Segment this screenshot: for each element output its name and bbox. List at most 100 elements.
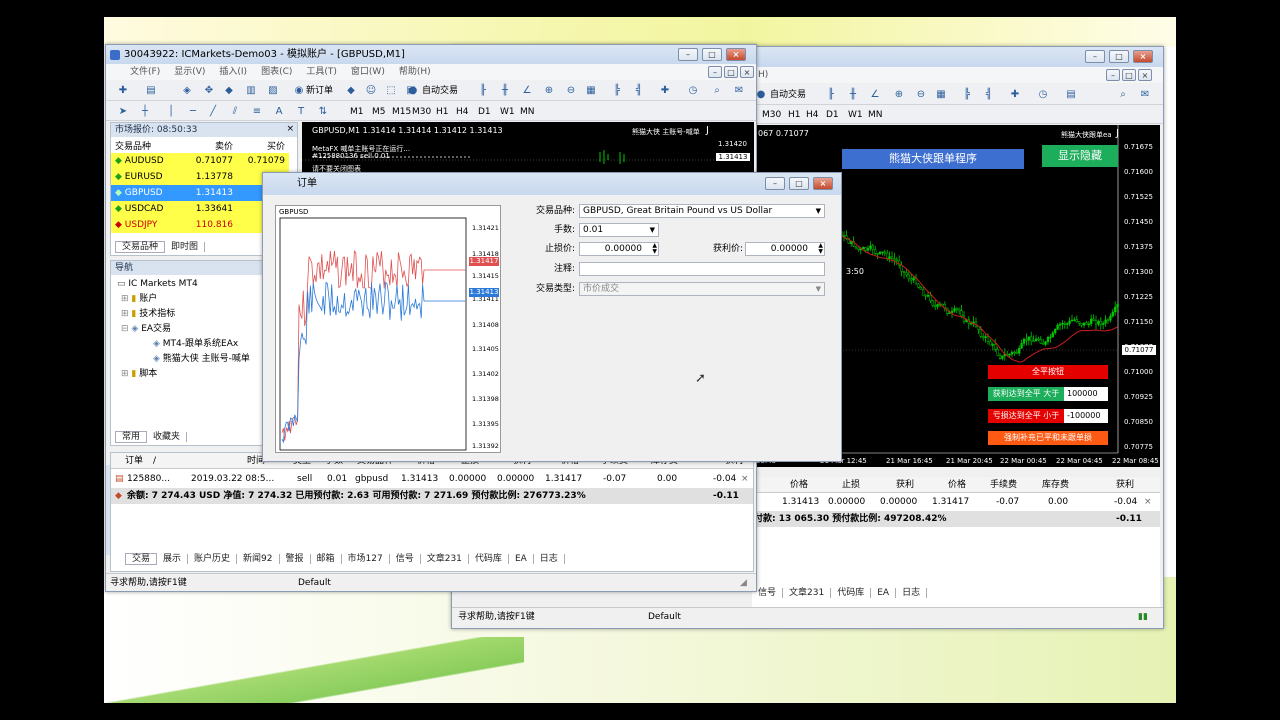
- symbol-select[interactable]: GBPUSD, Great Britain Pound vs US Dollar…: [579, 204, 825, 218]
- tab-exposure[interactable]: 展示: [157, 554, 189, 564]
- vline-icon[interactable]: │: [164, 105, 178, 119]
- tester-icon[interactable]: ▨: [266, 84, 280, 98]
- close-all-button[interactable]: 全平按钮: [988, 365, 1108, 379]
- mw-tab-symbols[interactable]: 交易品种: [115, 241, 166, 253]
- front-autotrade-button[interactable]: 自动交易: [422, 84, 458, 98]
- arrows-icon[interactable]: ⇅: [316, 105, 330, 119]
- crosshair-icon[interactable]: ┼: [138, 105, 152, 119]
- tf-h1[interactable]: H1: [436, 105, 449, 119]
- front-bar-chart-icon[interactable]: ╟: [476, 84, 490, 98]
- back-tab-articles[interactable]: 文章231: [783, 588, 832, 598]
- front-minimize-button[interactable]: –: [678, 48, 698, 61]
- col-order[interactable]: 订单: [125, 453, 143, 469]
- templates-icon[interactable]: ▤: [1064, 88, 1078, 102]
- back-tf-w1[interactable]: W1: [848, 108, 863, 122]
- front-search-icon[interactable]: ⌕: [710, 84, 724, 98]
- trade-close-icon[interactable]: ×: [741, 471, 749, 487]
- takeprofit-input[interactable]: 0.00000 ▲ ▼: [745, 242, 825, 256]
- back-col-sl[interactable]: 止损: [842, 477, 860, 493]
- front-close-button[interactable]: ×: [726, 48, 746, 61]
- scroll-icon[interactable]: ╠: [960, 88, 974, 102]
- experts-icon[interactable]: ☺: [364, 84, 378, 98]
- tab-news[interactable]: 新闻92: [237, 554, 280, 564]
- shift-icon[interactable]: ╣: [982, 88, 996, 102]
- trade-row[interactable]: ▤ 125880... 2019.03.22 08:5... sell 0.01…: [111, 471, 753, 487]
- mw-row-audusd[interactable]: ◆ AUDUSD 0.71077 0.71079: [111, 153, 289, 169]
- tab-mailbox[interactable]: 邮箱: [310, 554, 342, 564]
- tf-m5[interactable]: M5: [372, 105, 386, 119]
- menu-view[interactable]: 显示(V): [174, 67, 205, 77]
- back-mdi-max[interactable]: □: [1122, 69, 1136, 81]
- nav-ea-panda[interactable]: ◈ 熊猫大侠 主账号-喊单: [153, 352, 250, 366]
- profiles-icon[interactable]: ▤: [144, 84, 158, 98]
- front-maximize-button[interactable]: □: [702, 48, 722, 61]
- nav-ea-mt4-copy[interactable]: ◈ MT4-跟单系统EAx: [153, 337, 238, 351]
- back-tab-codebase[interactable]: 代码库: [831, 588, 872, 598]
- tab-alerts[interactable]: 警报: [279, 554, 311, 564]
- front-periods-icon[interactable]: ◷: [686, 84, 700, 98]
- mw-col-bid[interactable]: 卖价: [181, 137, 237, 153]
- back-col-price[interactable]: 价格: [790, 477, 808, 493]
- nav-root[interactable]: ▭ IC Markets MT4: [117, 277, 198, 291]
- menu-help[interactable]: 帮助(H): [399, 67, 431, 77]
- tf-h4[interactable]: H4: [456, 105, 469, 119]
- ea-follow-button[interactable]: 熊猫大侠跟单程序: [842, 149, 1024, 169]
- new-chart-icon[interactable]: ✚: [116, 84, 130, 98]
- front-mdi-close[interactable]: ×: [740, 66, 754, 78]
- tf-m30[interactable]: M30: [412, 105, 431, 119]
- mw-tab-tickchart[interactable]: 即时图: [165, 242, 206, 252]
- zoom-out-icon[interactable]: ⊖: [914, 88, 928, 102]
- metaeditor-icon[interactable]: ◆: [344, 84, 358, 98]
- front-mdi-max[interactable]: □: [724, 66, 738, 78]
- mw-col-ask[interactable]: 买价: [237, 137, 289, 153]
- terminal-icon[interactable]: ▥: [244, 84, 258, 98]
- back-trade-row[interactable]: 1.31413 0.00000 0.00000 1.31417 -0.07 0.…: [752, 494, 1160, 510]
- order-minimize-button[interactable]: –: [765, 177, 785, 190]
- front-line-icon[interactable]: ∠: [520, 84, 534, 98]
- tab-journal[interactable]: 日志: [533, 554, 565, 564]
- tab-trade[interactable]: 交易: [125, 553, 158, 565]
- back-tf-mn[interactable]: MN: [868, 108, 883, 122]
- tile-icon[interactable]: ▦: [934, 88, 948, 102]
- indicators-icon[interactable]: ✚: [1008, 88, 1022, 102]
- back-tf-h1[interactable]: H1: [788, 108, 801, 122]
- back-maximize-button[interactable]: □: [1109, 50, 1129, 63]
- order-maximize-button[interactable]: □: [789, 177, 809, 190]
- cursor-icon[interactable]: ➤: [116, 105, 130, 119]
- menu-tools[interactable]: 工具(T): [306, 67, 337, 77]
- back-minimize-button[interactable]: –: [1085, 50, 1105, 63]
- front-shift-icon[interactable]: ╣: [632, 84, 646, 98]
- front-window-titlebar[interactable]: 30043922: ICMarkets-Demo03 - 模拟账户 - [GBP…: [106, 45, 756, 64]
- front-zoom-out-icon[interactable]: ⊖: [564, 84, 578, 98]
- back-col-profit[interactable]: 获利: [1116, 477, 1134, 493]
- back-col-cur[interactable]: 价格: [948, 477, 966, 493]
- tab-signals[interactable]: 信号: [389, 554, 421, 564]
- new-order-button[interactable]: 新订单: [306, 84, 333, 98]
- tf-m1[interactable]: M1: [350, 105, 364, 119]
- zoom-in-icon[interactable]: ⊕: [892, 88, 906, 102]
- data-window-icon[interactable]: ✥: [202, 84, 216, 98]
- nav-tab-common[interactable]: 常用: [115, 431, 148, 443]
- menu-charts[interactable]: 图表(C): [261, 67, 292, 77]
- back-col-tp[interactable]: 获利: [896, 477, 914, 493]
- tab-history[interactable]: 账户历史: [188, 554, 238, 564]
- back-col-swap[interactable]: 库存费: [1042, 477, 1069, 493]
- back-tf-m30[interactable]: M30: [762, 108, 781, 122]
- label-icon[interactable]: T: [294, 105, 308, 119]
- signals-icon[interactable]: ⬚: [384, 84, 398, 98]
- stoploss-input[interactable]: 0.00000 ▲ ▼: [579, 242, 659, 256]
- nav-experts[interactable]: ⊟ ◈ EA交易: [121, 322, 171, 336]
- toggle-display-button[interactable]: 显示隐藏: [1042, 145, 1118, 167]
- menu-window[interactable]: 窗口(W): [351, 67, 385, 77]
- bar-chart-icon[interactable]: ╟: [824, 88, 838, 102]
- periods-icon[interactable]: ◷: [1036, 88, 1050, 102]
- spinner-icon[interactable]: ▲ ▼: [818, 243, 823, 255]
- back-tf-h4[interactable]: H4: [806, 108, 819, 122]
- navigator-icon[interactable]: ◆: [222, 84, 236, 98]
- fibo-icon[interactable]: ≡: [250, 105, 264, 119]
- line-chart-icon[interactable]: ∠: [868, 88, 882, 102]
- back-close-button[interactable]: ×: [1133, 50, 1153, 63]
- market-watch-icon[interactable]: ◈: [180, 84, 194, 98]
- back-mdi-close[interactable]: ×: [1138, 69, 1152, 81]
- front-mdi-min[interactable]: –: [708, 66, 722, 78]
